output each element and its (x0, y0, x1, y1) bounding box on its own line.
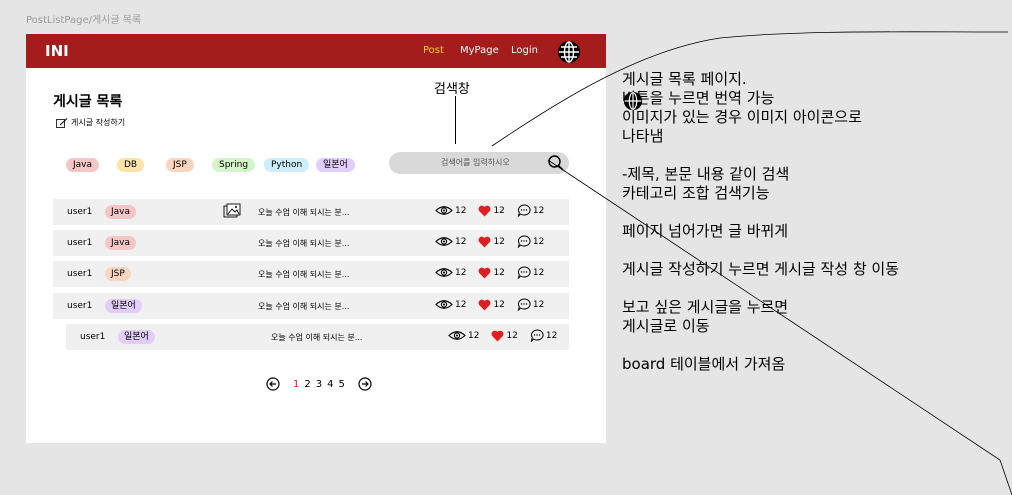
globe-icon (623, 91, 643, 111)
annotation-notes: 게시글 목록 페이지. 버튼을 누르면 번역 가능 이미지가 있는 경우 이미지… (622, 70, 900, 373)
